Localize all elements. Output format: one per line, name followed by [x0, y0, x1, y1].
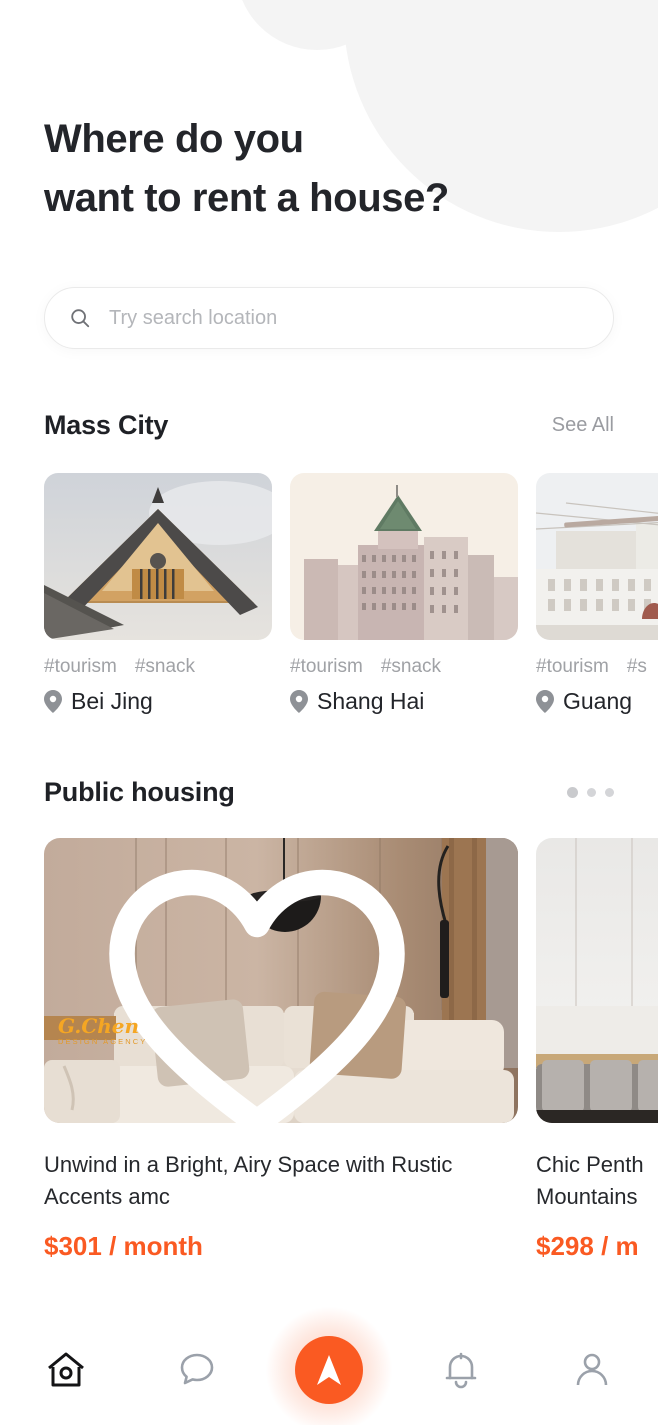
search-input[interactable] — [109, 306, 589, 330]
city-image-beijing — [44, 473, 272, 640]
housing-card[interactable]: G.Chen DESIGN AGENCY Unwind in a Bright,… — [44, 838, 518, 1262]
city-image-guangzhou — [536, 473, 658, 640]
public-housing-title: Public housing — [44, 777, 235, 807]
mass-city-title: Mass City — [44, 410, 169, 440]
city-location: Bei Jing — [44, 688, 272, 715]
nav-item-profile[interactable] — [526, 1351, 658, 1389]
nav-item-notifications[interactable] — [395, 1351, 527, 1389]
page-title: Where do you want to rent a house? — [44, 117, 449, 221]
city-tag: #snack — [134, 656, 196, 677]
housing-price: $298 / m — [536, 1230, 639, 1261]
decorative-blob-small — [236, 0, 398, 50]
city-name: Bei Jing — [71, 688, 153, 714]
city-tag: #tourism — [290, 656, 363, 677]
housing-title: Unwind in a Bright, Airy Space with Rust… — [44, 1152, 453, 1209]
person-icon — [576, 1353, 608, 1386]
city-name: Guang — [563, 688, 633, 714]
see-all-link[interactable]: See All — [552, 414, 614, 437]
bell-icon — [445, 1352, 476, 1389]
nav-item-home[interactable] — [0, 1351, 132, 1389]
city-tag: #tourism — [44, 656, 117, 677]
city-location: Shang Hai — [290, 688, 518, 715]
city-location: Guang — [536, 688, 658, 715]
search-bar[interactable] — [44, 287, 614, 349]
housing-image-penthouse — [536, 838, 658, 1123]
location-pin-icon — [44, 690, 62, 713]
city-tag: #snack — [380, 656, 442, 677]
housing-card[interactable]: Chic Penth Mountains $298 / m — [536, 838, 658, 1262]
city-card[interactable]: #tourism #s Guang — [536, 473, 658, 715]
city-tags: #tourism #s — [536, 656, 658, 678]
city-tags: #tourism #snack — [290, 656, 518, 678]
heart-icon[interactable] — [44, 860, 494, 1123]
housing-carousel[interactable]: G.Chen DESIGN AGENCY Unwind in a Bright,… — [44, 838, 658, 1262]
location-pin-icon — [536, 690, 554, 713]
search-icon — [71, 309, 90, 328]
city-name: Shang Hai — [317, 688, 425, 714]
housing-title: Chic Penth Mountains — [536, 1152, 644, 1209]
app-screen: Where do you want to rent a house? Mass … — [0, 0, 658, 1425]
city-card[interactable]: #tourism #snack Shang Hai — [290, 473, 518, 715]
housing-image-living-room: G.Chen DESIGN AGENCY — [44, 838, 518, 1123]
explore-fab-button[interactable] — [294, 1336, 363, 1404]
housing-price: $301 / month — [44, 1230, 203, 1261]
city-tags: #tourism #snack — [44, 656, 272, 678]
city-tag: #tourism — [536, 656, 609, 677]
city-card[interactable]: #tourism #snack Bei Jing — [44, 473, 272, 715]
carousel-pager[interactable] — [567, 787, 614, 798]
city-carousel[interactable]: #tourism #snack Bei Jing #tourism #snack… — [44, 473, 658, 715]
city-tag: #s — [626, 656, 647, 677]
bottom-navigation — [0, 1306, 658, 1425]
chat-bubble-icon — [181, 1353, 214, 1385]
public-housing-header: Public housing — [0, 777, 658, 808]
mass-city-header: Mass City See All — [0, 410, 658, 441]
city-image-shanghai — [290, 473, 518, 640]
nav-item-chat[interactable] — [132, 1352, 264, 1388]
location-pin-icon — [290, 690, 308, 713]
nav-item-explore[interactable] — [263, 1306, 395, 1425]
home-icon — [47, 1352, 84, 1387]
navigation-arrow-icon — [316, 1355, 341, 1385]
